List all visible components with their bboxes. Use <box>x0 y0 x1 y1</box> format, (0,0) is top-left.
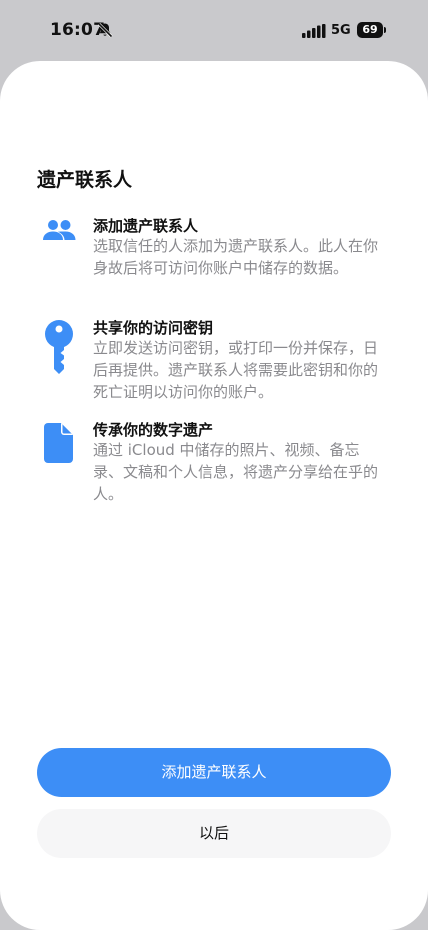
battery-icon: 69 <box>357 22 383 38</box>
feature-description: 立即发送访问密钥，或打印一份并保存，日后再提供。遗产联系人将需要此密钥和你的死亡… <box>93 339 379 401</box>
feature-description: 通过 iCloud 中储存的照片、视频、备忘录、文稿和个人信息，将遗产分享给在乎… <box>93 441 379 503</box>
feature-description: 选取信任的人添加为遗产联系人。此人在你身故后将可访问你账户中储存的数据。 <box>93 237 379 277</box>
add-legacy-contact-button[interactable]: 添加遗产联系人 <box>37 748 391 797</box>
status-bar: 16:07 5G 69 <box>0 0 428 62</box>
feature-heading: 传承你的数字遗产 <box>93 421 214 439</box>
feature-heading: 添加遗产联系人 <box>93 217 199 235</box>
later-button[interactable]: 以后 <box>37 809 391 858</box>
feature-heading: 共享你的访问密钥 <box>93 319 214 337</box>
key-icon <box>45 320 73 374</box>
network-label: 5G <box>331 23 351 38</box>
battery-tip <box>384 27 386 33</box>
sheet-title: 遗产联系人 <box>37 169 133 191</box>
bell-slash-icon <box>97 22 113 38</box>
people-icon <box>43 220 76 240</box>
legacy-contact-sheet: 遗产联系人 添加遗产联系人 选取信任的人添加为遗产联系人。此人在你身故后将可访问… <box>0 61 428 930</box>
signal-icon <box>302 24 326 38</box>
document-icon <box>44 423 73 463</box>
